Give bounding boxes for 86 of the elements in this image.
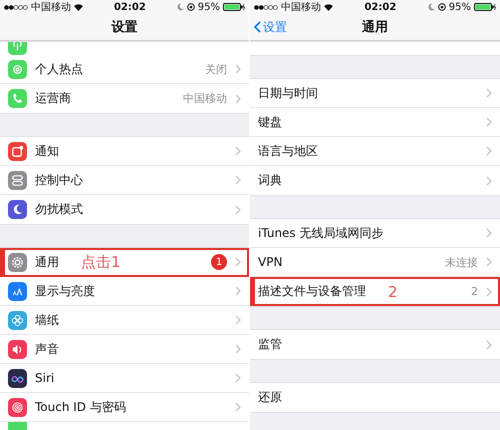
chevron-icon [235,175,241,185]
settings-row[interactable]: 还原 [250,383,500,412]
settings-row[interactable]: 运营商 中国移动 [0,84,249,113]
carrier-name: 中国移动 [31,0,71,14]
settings-row[interactable]: 描述文件与设备管理 2 2 [250,277,500,306]
battery-percent: 95% [448,2,471,12]
row-label: 墙纸 [35,312,59,328]
row-value: 中国移动 [183,91,227,106]
screen-title: 通用 [362,19,388,36]
chevron-icon [486,146,492,156]
notification-badge: 1 [211,254,227,270]
screen-title: 设置 [112,19,138,36]
row-label: 键盘 [258,114,282,130]
settings-row[interactable]: 通知 [0,137,249,166]
clock-time: 02:02 [364,2,396,12]
settings-row[interactable]: 监管 [250,330,500,359]
rotation-lock-icon [186,3,195,11]
settings-row[interactable]: 墙纸 [0,306,249,335]
row-label: Touch ID 与密码 [35,398,126,416]
chevron-icon [235,402,241,412]
settings-row[interactable]: Touch ID 与密码 [0,393,249,422]
row-label: 控制中心 [35,172,83,188]
settings-row[interactable]: VPN 未连接 [250,248,500,277]
chevron-icon [486,228,492,238]
chevron-icon [486,88,492,98]
moon-icon [176,3,184,11]
settings-row[interactable]: 通用 点击1 1 [0,248,249,277]
chevron-icon [486,176,492,186]
settings-row[interactable]: 日期与时间 [250,79,500,108]
row-label: 描述文件与设备管理 [258,283,366,300]
row-label: 声音 [35,340,59,358]
chevron-icon [486,286,492,296]
settings-row[interactable]: 词典 [250,166,500,195]
settings-row[interactable]: 声音 [0,335,249,364]
chevron-icon [235,64,241,74]
chevron-icon [235,257,241,267]
back-button[interactable]: 设置 [254,18,287,36]
chevron-icon [486,117,492,127]
wifi-icon [324,4,333,10]
row-label: 词典 [258,172,282,189]
chevron-icon [235,204,241,214]
row-label: VPN [258,255,282,269]
settings-row[interactable]: 显示与亮度 [0,277,249,306]
row-label: 语言与地区 [258,142,318,160]
chevron-icon [486,340,492,350]
row-label: 勿扰模式 [35,201,83,218]
chevron-icon [235,344,241,354]
chevron-icon [235,373,241,383]
row-value: 关闭 [205,62,227,76]
annotation-text: 点击1 [81,252,121,272]
signal-icon [254,4,278,10]
chevron-icon [235,315,241,325]
row-value: 未连接 [445,254,478,270]
row-label: 运营商 [35,90,71,107]
chevron-icon [486,257,492,267]
row-value: 2 [471,285,478,298]
chevron-icon [235,146,241,156]
chevron-icon [235,286,241,296]
row-label: 个人热点 [35,60,83,78]
carrier-name: 中国移动 [281,0,321,14]
battery-icon [222,3,245,11]
signal-icon [4,4,28,10]
row-label: iTunes 无线局域网同步 [258,224,384,242]
moon-icon [428,3,435,11]
row-label: 监管 [258,336,282,353]
row-label: 日期与时间 [258,84,318,102]
wifi-icon [74,4,83,10]
settings-row[interactable]: 语言与地区 [250,137,500,166]
settings-row[interactable]: 个人热点 关闭 [0,55,249,84]
settings-row[interactable]: iTunes 无线局域网同步 [250,219,500,248]
chevron-icon [254,21,261,33]
row-label: 显示与亮度 [35,282,95,300]
battery-percent: 95% [198,2,220,12]
row-label: Siri [35,371,54,385]
battery-icon [474,3,496,11]
row-label: 通用 [35,254,59,270]
settings-row[interactable]: 勿扰模式 [0,195,249,224]
annotation-text: 2 [388,282,398,300]
clock-time: 02:02 [114,2,146,12]
settings-row[interactable]: 控制中心 [0,166,249,195]
chevron-icon [235,94,241,104]
settings-row[interactable]: 键盘 [250,108,500,137]
row-label: 还原 [258,389,282,406]
settings-row[interactable]: Siri [0,364,249,393]
row-label: 通知 [35,142,59,160]
rotation-lock-icon [438,3,446,11]
